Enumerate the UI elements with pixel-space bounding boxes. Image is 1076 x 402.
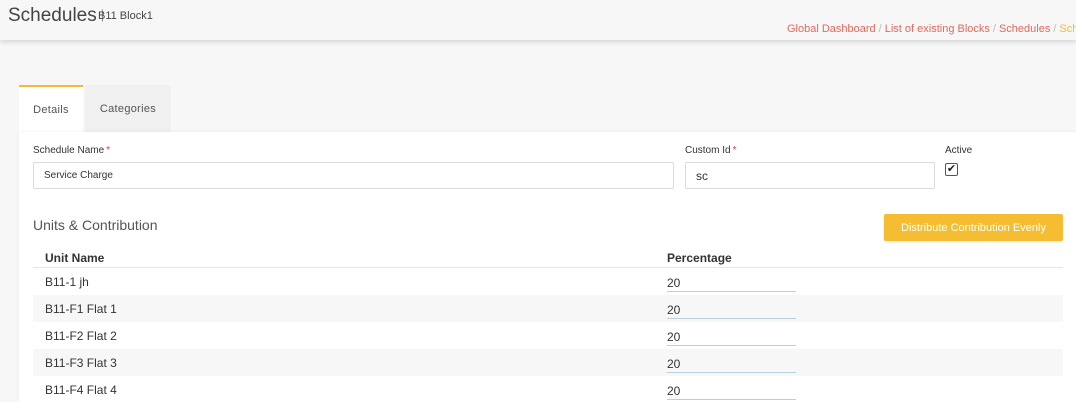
breadcrumb-separator: / [878,23,882,35]
page-title-text: Schedules [8,5,97,26]
breadcrumb-schedules[interactable]: Schedules [999,23,1050,35]
unit-name-cell: B11-F2 Flat 2 [45,329,117,343]
required-mark: * [732,145,737,156]
breadcrumb-global-dashboard[interactable]: Global Dashboard [787,23,876,35]
unit-name-cell: B11-F1 Flat 1 [45,302,117,316]
percentage-input[interactable] [667,328,796,346]
schedule-name-label: Schedule Name * [33,145,110,156]
required-mark: * [106,145,111,156]
breadcrumb-blocks-list[interactable]: List of existing Blocks [885,23,990,35]
custom-id-input[interactable] [685,162,935,189]
active-label: Active [945,145,973,156]
column-header-unit-name: Unit Name [45,251,105,265]
table-row: B11-F1 Flat 1 [33,295,1063,322]
details-panel: Schedule Name* Custom Id* Active ✔ Units… [19,132,1076,402]
breadcrumb-current: Sche [1059,23,1076,35]
breadcrumb-separator: / [1053,23,1057,35]
percentage-input[interactable] [667,301,796,319]
custom-id-label: Custom Id * [685,145,736,156]
page-header: Schedules | B11 Block1 Global Dashboard / L… [0,0,1076,40]
percentage-input[interactable] [667,274,796,292]
units-table: Unit Name Percentage B11-1 jh B11-F1 Fla… [33,242,1063,402]
column-header-percentage: Percentage [667,251,732,265]
table-row: B11-1 jh [33,268,1063,295]
active-checkbox[interactable]: ✔ [945,163,958,176]
breadcrumb: Global Dashboard / List of existing Blocks… [787,23,1076,35]
schedule-name-input[interactable] [33,162,674,189]
distribute-evenly-button[interactable]: Distribute Contribution Evenly [884,214,1063,241]
page-title: Schedules | [8,5,104,27]
page-subtitle: B11 Block1 [98,10,153,22]
percentage-input[interactable] [667,355,796,373]
percentage-input[interactable] [667,382,796,400]
unit-name-cell: B11-F3 Flat 3 [45,356,117,370]
table-row: B11-F2 Flat 2 [33,322,1063,349]
table-row: B11-F4 Flat 4 [33,376,1063,402]
tab-categories[interactable]: Categories [85,85,171,132]
tab-details[interactable]: Details [19,85,83,132]
custom-id-label-text: Custom Id [685,145,731,156]
breadcrumb-separator: / [992,23,996,35]
schedule-name-label-text: Schedule Name [33,145,105,156]
units-section-title: Units & Contribution [33,217,158,233]
unit-name-cell: B11-F4 Flat 4 [45,383,117,397]
table-row: B11-F3 Flat 3 [33,349,1063,376]
table-header: Unit Name Percentage [33,242,1063,268]
checkmark-icon: ✔ [946,163,957,175]
unit-name-cell: B11-1 jh [45,275,89,289]
